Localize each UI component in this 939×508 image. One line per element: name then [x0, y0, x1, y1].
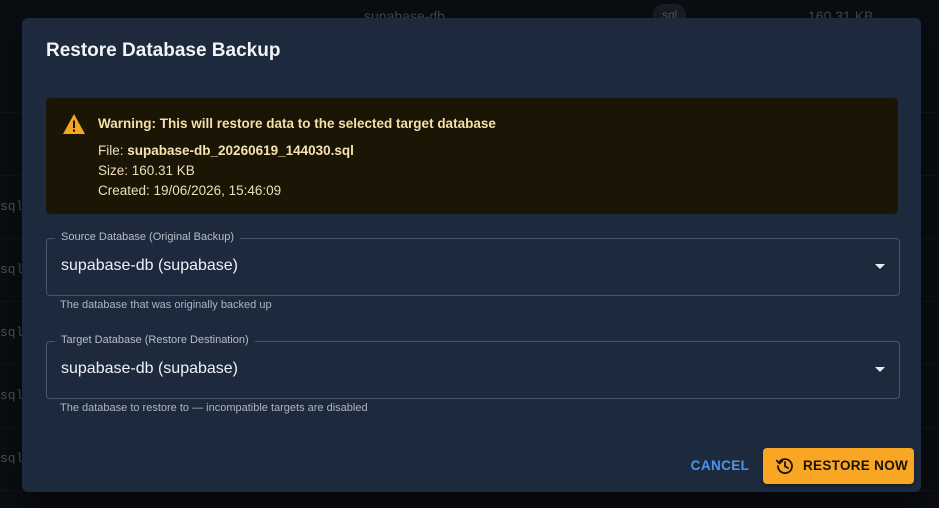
restore-dialog: Restore Database Backup Warning: This wi…	[22, 18, 921, 492]
chevron-down-icon	[875, 264, 885, 269]
history-icon	[775, 458, 793, 474]
target-database-select[interactable]: Target Database (Restore Destination) su…	[46, 334, 900, 399]
source-database-helper: The database that was originally backed …	[60, 299, 272, 311]
warning-file-line: File: supabase-db_20260619_144030.sql	[98, 143, 354, 158]
warning-created-line: Created: 19/06/2026, 15:46:09	[98, 183, 282, 198]
warning-file-value: supabase-db_20260619_144030.sql	[127, 143, 354, 158]
warning-alert: Warning: This will restore data to the s…	[46, 98, 898, 214]
target-database-value: supabase-db (supabase)	[61, 360, 239, 377]
warning-file-label: File:	[98, 143, 128, 158]
chevron-down-icon	[875, 367, 885, 372]
warning-size-line: Size: 160.31 KB	[98, 163, 195, 178]
warning-heading: Warning: This will restore data to the s…	[98, 116, 496, 131]
restore-now-label: RESTORE NOW	[803, 458, 909, 473]
restore-now-button[interactable]: RESTORE NOW	[763, 448, 914, 484]
dialog-title: Restore Database Backup	[46, 40, 281, 61]
target-database-helper: The database to restore to — incompatibl…	[60, 402, 368, 414]
source-database-label: Source Database (Original Backup)	[55, 231, 241, 243]
warning-triangle-icon	[63, 114, 85, 134]
source-database-value: supabase-db (supabase)	[61, 257, 239, 274]
cancel-button[interactable]: CANCEL	[686, 450, 754, 482]
source-database-select[interactable]: Source Database (Original Backup) supaba…	[46, 231, 900, 296]
target-database-label: Target Database (Restore Destination)	[55, 334, 255, 346]
